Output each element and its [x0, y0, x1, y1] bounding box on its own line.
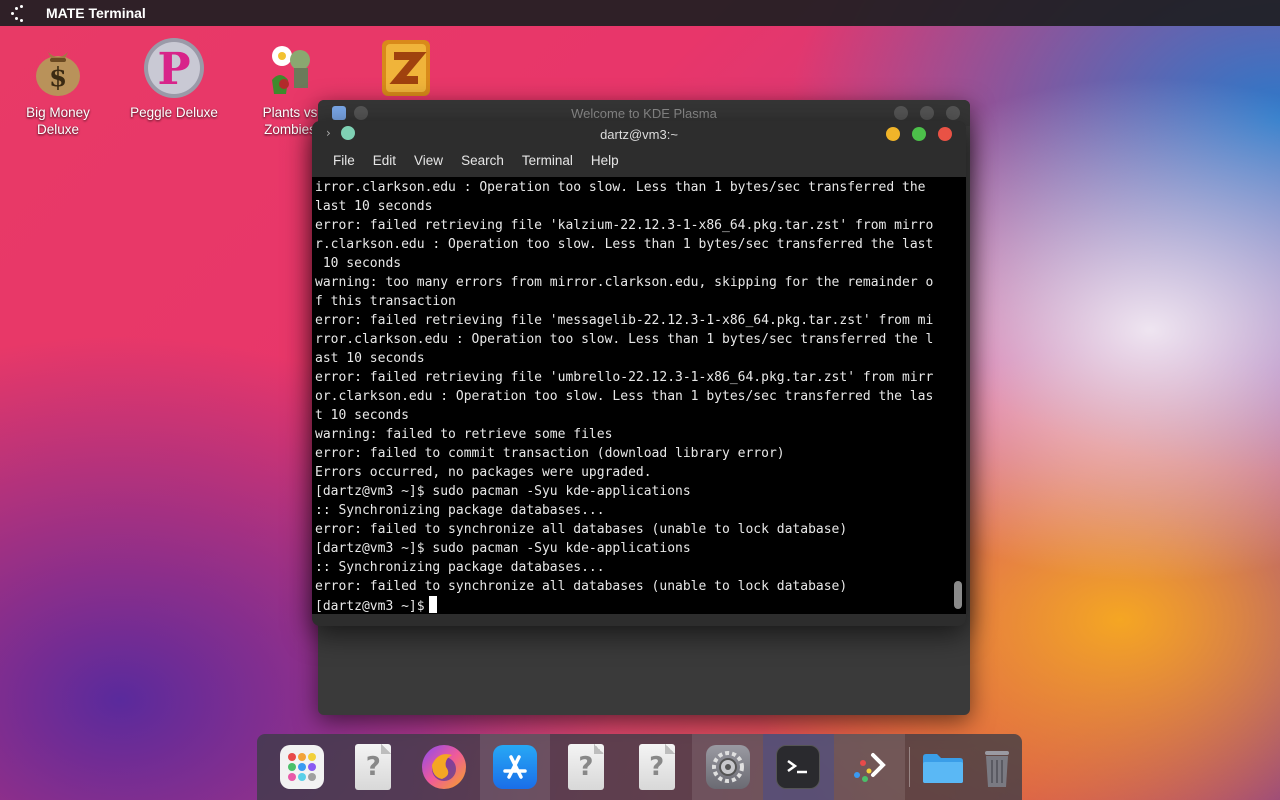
desktop-icon-label: Peggle Deluxe: [130, 105, 218, 120]
dock-item-app-grid[interactable]: [267, 734, 338, 800]
folder-icon: [921, 745, 965, 789]
app-menu-icon[interactable]: [10, 4, 28, 22]
unknown-document-icon: ?: [638, 744, 675, 790]
terminal-line: :: Synchronizing package databases...: [315, 503, 605, 518]
terminal-line: rror.clarkson.edu : Operation too slow. …: [315, 332, 934, 347]
dock-item-kde-welcome[interactable]: [833, 734, 905, 800]
menu-help[interactable]: Help: [582, 147, 628, 175]
terminal-line: warning: too many errors from mirror.cla…: [315, 275, 934, 290]
terminal-line: error: failed to commit transaction (dow…: [315, 446, 785, 461]
dock: ? ? ?: [257, 734, 1022, 800]
dock-item-terminal[interactable]: [763, 734, 834, 800]
minimize-button[interactable]: [886, 127, 900, 141]
active-app-title[interactable]: MATE Terminal: [46, 5, 146, 21]
dock-item-app-store[interactable]: [479, 734, 551, 800]
money-bag-icon: $: [26, 36, 90, 100]
terminal-titlebar[interactable]: › dartz@vm3:~: [312, 121, 966, 147]
terminal-window-title: dartz@vm3:~: [600, 126, 678, 142]
terminal-line: last 10 seconds: [315, 199, 433, 214]
terminal-line: [dartz@vm3 ~]$ sudo pacman -Syu kde-appl…: [315, 484, 691, 499]
terminal-line: error: failed to synchronize all databas…: [315, 579, 848, 594]
text-cursor: [428, 596, 437, 613]
dock-item-unknown-1[interactable]: ?: [338, 734, 409, 800]
maximize-button[interactable]: [912, 127, 926, 141]
terminal-prompt: [dartz@vm3 ~]$: [315, 599, 425, 614]
menu-file[interactable]: File: [324, 147, 364, 175]
kde-pin-icon[interactable]: [354, 106, 368, 120]
menu-search[interactable]: Search: [452, 147, 513, 175]
terminal-line: warning: failed to retrieve some files: [315, 427, 613, 442]
dock-item-unknown-2[interactable]: ?: [550, 734, 621, 800]
plants-vs-zombies-icon: [258, 36, 322, 100]
app-store-icon: [493, 745, 537, 789]
menu-view[interactable]: View: [405, 147, 452, 175]
firefox-icon: [422, 745, 467, 789]
terminal-line: r.clarkson.edu : Operation too slow. Les…: [315, 237, 934, 252]
window-menu-icon[interactable]: ›: [326, 126, 331, 140]
dock-item-system-settings[interactable]: [692, 734, 764, 800]
terminal-line: :: Synchronizing package databases...: [315, 560, 605, 575]
dock-separator: [908, 747, 910, 787]
terminal-line: t 10 seconds: [315, 408, 409, 423]
sticky-button[interactable]: [340, 126, 355, 140]
kde-maximize-button[interactable]: [920, 106, 934, 120]
terminal-line: error: failed to synchronize all databas…: [315, 522, 848, 537]
kde-window-title: Welcome to KDE Plasma: [571, 105, 717, 121]
close-button[interactable]: [938, 127, 952, 141]
trash-icon: [975, 745, 1019, 789]
desktop-icon-zuma[interactable]: [358, 36, 454, 104]
dock-item-unknown-3[interactable]: ?: [621, 734, 692, 800]
desktop-icon-big-money[interactable]: $ Big Money Deluxe: [10, 36, 106, 138]
dock-item-firefox[interactable]: [409, 734, 480, 800]
kde-welcome-icon: [847, 745, 891, 789]
terminal-line: Errors occurred, no packages were upgrad…: [315, 465, 652, 480]
terminal-prompt-line[interactable]: [dartz@vm3 ~]$: [315, 596, 950, 614]
terminal-line: 10 seconds: [315, 256, 402, 271]
unknown-document-icon: ?: [355, 744, 392, 790]
terminal-line: error: failed retrieving file 'umbrello-…: [315, 370, 934, 385]
peggle-icon: P: [142, 36, 206, 100]
terminal-window[interactable]: › dartz@vm3:~ File Edit View Search Term…: [312, 121, 966, 626]
menu-edit[interactable]: Edit: [364, 147, 405, 175]
kde-app-icon: [332, 106, 346, 120]
terminal-line: error: failed retrieving file 'messageli…: [315, 313, 934, 328]
terminal-line: error: failed retrieving file 'kalzium-2…: [315, 218, 934, 233]
terminal-line: ast 10 seconds: [315, 351, 425, 366]
terminal-line: f this transaction: [315, 294, 456, 309]
terminal-line: irror.clarkson.edu : Operation too slow.…: [315, 180, 926, 195]
kde-close-button[interactable]: [946, 106, 960, 120]
svg-text:P: P: [157, 44, 190, 95]
svg-text:$: $: [49, 63, 67, 93]
kde-minimize-button[interactable]: [894, 106, 908, 120]
zuma-icon: [374, 36, 438, 100]
system-settings-icon: [705, 745, 750, 789]
terminal-scrollbar[interactable]: [950, 177, 966, 614]
terminal-menubar: File Edit View Search Terminal Help: [312, 147, 966, 175]
terminal-line: or.clarkson.edu : Operation too slow. Le…: [315, 389, 934, 404]
unknown-document-icon: ?: [567, 744, 604, 790]
dock-item-files[interactable]: [914, 734, 973, 800]
terminal-icon: [776, 745, 821, 789]
scrollbar-thumb[interactable]: [954, 581, 962, 609]
terminal-output[interactable]: irror.clarkson.edu : Operation too slow.…: [312, 177, 950, 614]
top-panel: MATE Terminal: [0, 0, 1280, 26]
desktop-icon-peggle[interactable]: P Peggle Deluxe: [126, 36, 222, 121]
menu-terminal[interactable]: Terminal: [513, 147, 582, 175]
terminal-line: [dartz@vm3 ~]$ sudo pacman -Syu kde-appl…: [315, 541, 691, 556]
app-grid-icon: [280, 745, 325, 789]
dock-item-trash[interactable]: [973, 734, 1022, 800]
desktop-icon-label: Big Money Deluxe: [26, 105, 90, 137]
